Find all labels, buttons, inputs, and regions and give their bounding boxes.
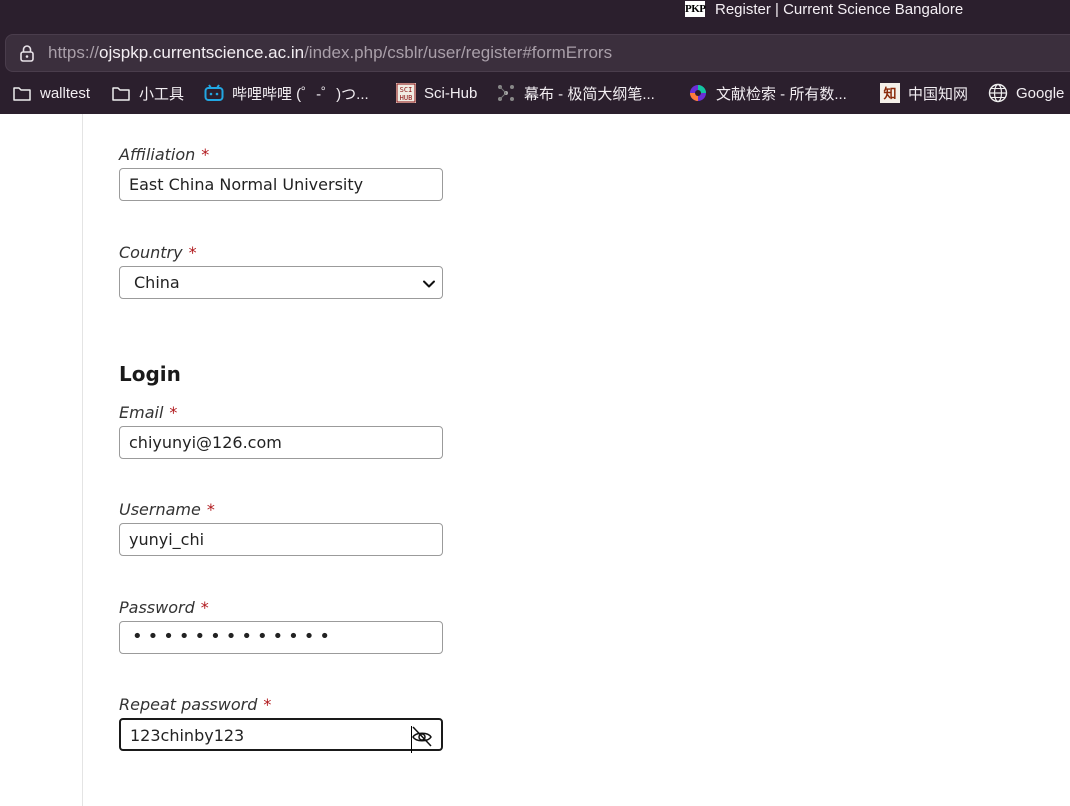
required-marker: * [201, 145, 210, 164]
password-label: Password * [119, 598, 209, 617]
username-value: yunyi_chi [129, 530, 205, 549]
pkp-favicon-icon: PKP [685, 1, 706, 17]
folder-icon [12, 83, 32, 103]
url-host: ojspkp.currentscience.ac.in [99, 43, 305, 62]
login-section-title: Login [119, 362, 181, 386]
bookmark-label: walltest [40, 84, 91, 102]
scihub-icon: SCI HUB [396, 83, 416, 103]
bookmark-label: Sci-Hub [424, 84, 478, 102]
address-bar[interactable]: https://ojspkp.currentscience.ac.in/inde… [5, 34, 1070, 72]
bookmark-label: Google [1016, 84, 1065, 102]
svg-text:知: 知 [883, 86, 896, 102]
lock-icon[interactable] [18, 44, 36, 62]
country-label-text: Country [119, 243, 183, 262]
password-masked-value: ••••••••••••• [132, 626, 336, 647]
country-value: China [134, 273, 180, 292]
username-field[interactable]: yunyi_chi [119, 523, 443, 556]
bookmark-scihub[interactable]: SCI HUB Sci-Hub [396, 76, 477, 110]
email-label: Email * [119, 403, 177, 422]
required-marker: * [200, 598, 209, 617]
bookmark-tools[interactable]: 小工具 [111, 76, 184, 110]
repeat-password-value: 123chinby123 [130, 726, 245, 745]
email-value: chiyunyi@126.com [129, 433, 282, 452]
bookmark-google[interactable]: Google [988, 76, 1064, 110]
repeat-password-label: Repeat password * [119, 695, 271, 714]
svg-text:HUB: HUB [400, 94, 413, 102]
folder-icon [111, 83, 131, 103]
bookmark-mubu[interactable]: 幕布 - 极简大纲笔... [496, 76, 655, 110]
bookmark-cnki[interactable]: 知 中国知网 [880, 76, 968, 110]
required-marker: * [169, 403, 178, 422]
svg-text:SCI: SCI [400, 86, 413, 94]
required-marker: * [188, 243, 197, 262]
bilibili-icon [204, 83, 224, 103]
bookmark-label: 小工具 [139, 85, 185, 103]
bookmark-walltest[interactable]: walltest [12, 76, 90, 110]
bookmark-label: 中国知网 [908, 85, 969, 103]
email-label-text: Email [119, 403, 164, 422]
username-label-text: Username [119, 500, 201, 519]
bookmark-label: 文献检索 - 所有数... [716, 85, 847, 103]
bookmark-literature-search[interactable]: 文献检索 - 所有数... [688, 76, 847, 110]
required-marker: * [263, 695, 272, 714]
url-scheme: https:// [48, 43, 100, 62]
bookmark-label: 幕布 - 极简大纲笔... [524, 85, 655, 103]
affiliation-label-text: Affiliation [119, 145, 196, 164]
url-text[interactable]: https://ojspkp.currentscience.ac.in/inde… [48, 42, 612, 64]
affiliation-label: Affiliation * [119, 145, 209, 164]
repeat-password-label-text: Repeat password [119, 695, 258, 714]
bookmark-bilibili[interactable]: 哔哩哔哩 (゜-゜)つ... [204, 76, 369, 110]
password-field[interactable]: ••••••••••••• [119, 621, 443, 654]
required-marker: * [206, 500, 215, 519]
chevron-down-icon[interactable] [422, 276, 436, 295]
eye-off-icon[interactable] [409, 724, 435, 748]
url-path: /index.php/csblr/user/register#formError… [304, 43, 613, 62]
page-content: Affiliation * East China Normal Universit… [0, 114, 1070, 806]
email-field[interactable]: chiyunyi@126.com [119, 426, 443, 459]
globe-icon [988, 83, 1008, 103]
affiliation-input[interactable]: East China Normal University [119, 168, 443, 201]
password-label-text: Password [119, 598, 195, 617]
country-label: Country * [119, 243, 197, 262]
lens-icon [688, 83, 708, 103]
bookmark-label: 哔哩哔哩 (゜-゜)つ... [232, 85, 369, 103]
content-divider [82, 114, 83, 806]
window-titlebar: PKP Register | Current Science Bangalore [0, 0, 1070, 30]
username-label: Username * [119, 500, 215, 519]
navigation-bar: https://ojspkp.currentscience.ac.in/inde… [0, 30, 1070, 76]
repeat-password-field[interactable]: 123chinby123 [119, 718, 443, 753]
cnki-icon: 知 [880, 83, 900, 103]
mouse-cursor [411, 726, 412, 753]
bookmarks-bar: walltest 小工具 哔哩哔哩 (゜-゜)つ... SCI HUB Sci-H… [0, 76, 1070, 115]
mubu-icon [496, 83, 516, 103]
country-select[interactable]: China [119, 266, 443, 299]
affiliation-value: East China Normal University [129, 175, 364, 194]
tab-title[interactable]: Register | Current Science Bangalore [715, 0, 963, 19]
